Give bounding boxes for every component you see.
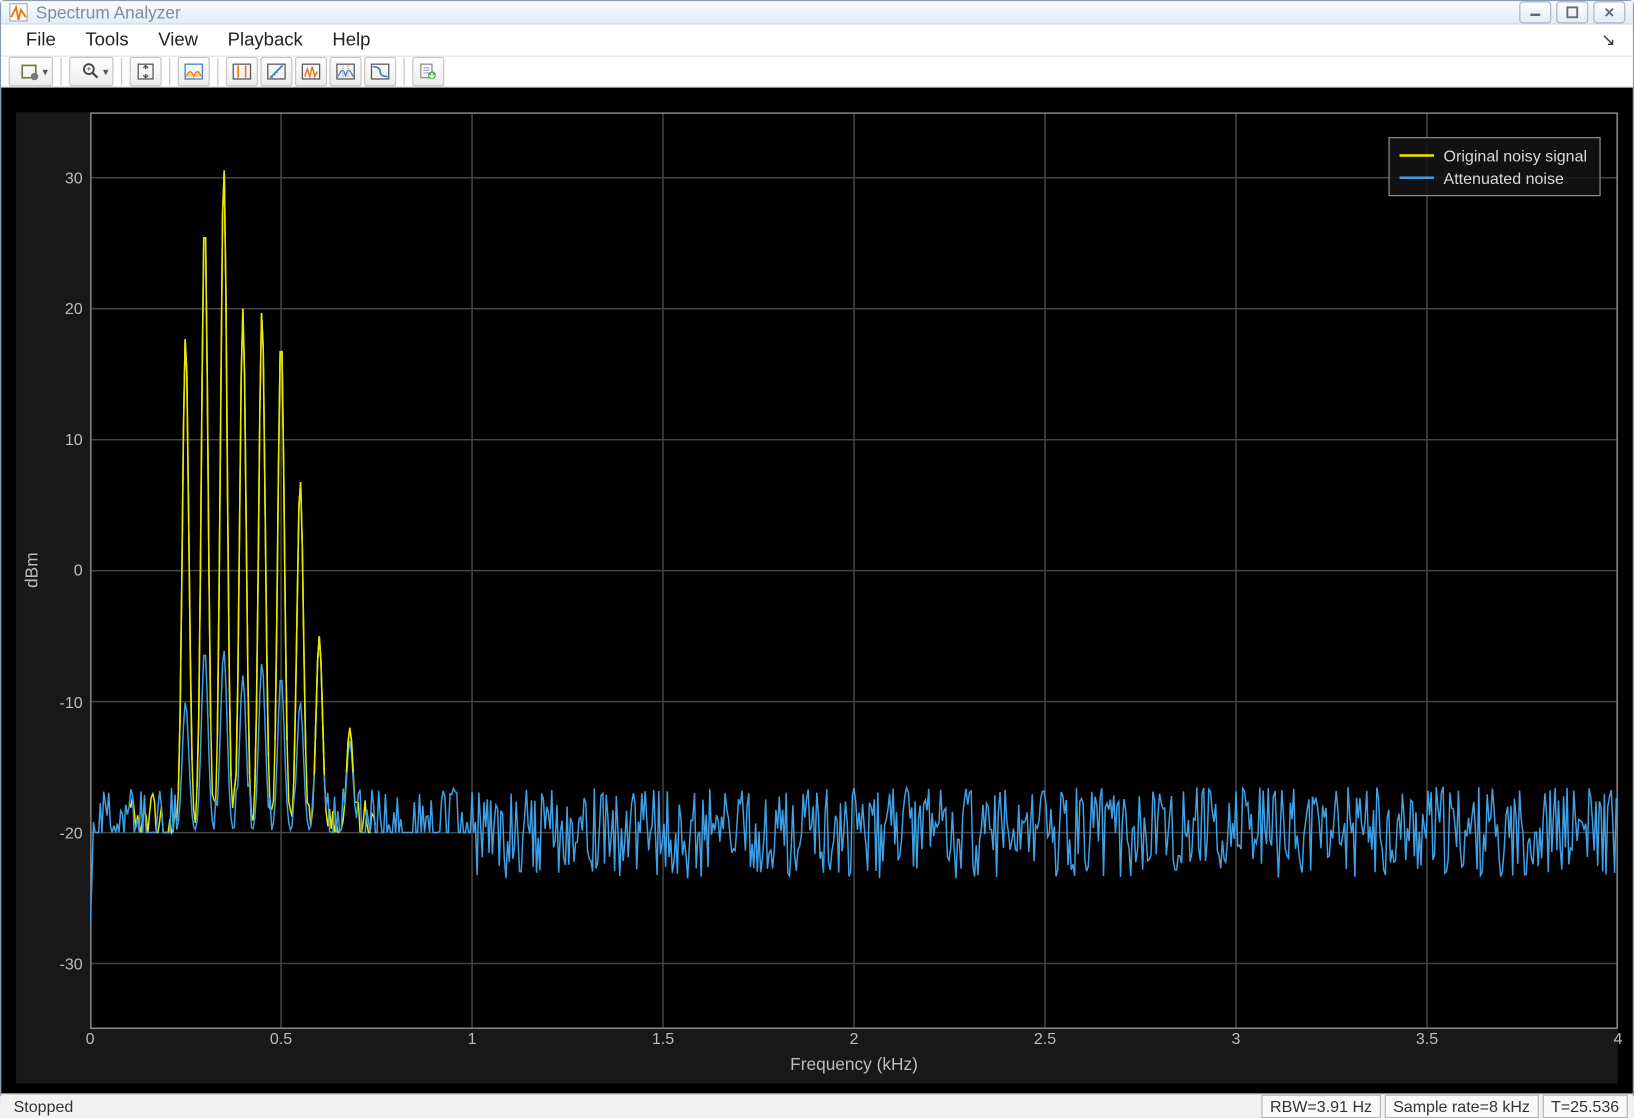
window-controls — [1519, 1, 1625, 23]
undock-icon[interactable]: ↘ — [1601, 30, 1623, 51]
menu-view[interactable]: View — [143, 25, 212, 56]
x-axis-ticks: 00.511.522.533.54 — [90, 1029, 1618, 1054]
menu-help[interactable]: Help — [318, 25, 386, 56]
legend-swatch-attenuated — [1399, 176, 1434, 178]
plot-panel: dBm -30-20-100102030 Original noisy sign… — [16, 112, 1618, 1083]
legend-label-original: Original noisy signal — [1444, 146, 1588, 165]
svg-text:+: + — [86, 64, 91, 74]
ruler-button[interactable] — [260, 57, 292, 87]
spectrum-type-button[interactable] — [178, 57, 210, 87]
minimize-button[interactable] — [1519, 1, 1551, 23]
statusbar: Stopped RBW=3.91 Hz Sample rate=8 kHz T=… — [1, 1093, 1633, 1118]
menu-tools[interactable]: Tools — [71, 25, 144, 56]
legend-swatch-original — [1399, 154, 1434, 156]
cursor-measure-button[interactable] — [226, 57, 258, 87]
status-rbw: RBW=3.91 Hz — [1261, 1094, 1380, 1117]
y-axis-ticks: -30-20-100102030 — [46, 112, 90, 1029]
settings-button[interactable] — [9, 57, 53, 87]
menubar: File Tools View Playback Help ↘ — [1, 25, 1633, 57]
legend-item-original[interactable]: Original noisy signal — [1399, 144, 1587, 166]
toolbar: + — [1, 57, 1633, 88]
window-title: Spectrum Analyzer — [36, 2, 1519, 22]
zoom-button[interactable]: + — [69, 57, 113, 87]
status-sample-rate: Sample rate=8 kHz — [1384, 1094, 1538, 1117]
titlebar: Spectrum Analyzer — [1, 1, 1633, 24]
peak-finder-button[interactable] — [295, 57, 327, 87]
menu-file[interactable]: File — [11, 25, 70, 56]
app-icon — [9, 2, 29, 22]
status-time: T=25.536 — [1542, 1094, 1628, 1117]
maximize-button[interactable] — [1556, 1, 1588, 23]
legend-label-attenuated: Attenuated noise — [1444, 168, 1564, 187]
plot-area: dBm -30-20-100102030 Original noisy sign… — [1, 88, 1633, 1094]
plot-canvas[interactable]: Original noisy signal Attenuated noise — [90, 112, 1618, 1029]
ccdf-button[interactable] — [364, 57, 396, 87]
legend-item-attenuated[interactable]: Attenuated noise — [1399, 167, 1587, 189]
export-button[interactable] — [412, 57, 444, 87]
close-button[interactable] — [1593, 1, 1625, 23]
status-state: Stopped — [6, 1097, 1257, 1116]
channel-measure-button[interactable] — [330, 57, 362, 87]
app-window: Spectrum Analyzer File Tools View Playba… — [0, 0, 1634, 1096]
menu-playback[interactable]: Playback — [213, 25, 318, 56]
x-axis-label: Frequency (kHz) — [90, 1054, 1618, 1074]
y-axis-label: dBm — [16, 112, 46, 1029]
legend[interactable]: Original noisy signal Attenuated noise — [1388, 137, 1601, 196]
autoscale-button[interactable] — [130, 57, 162, 87]
